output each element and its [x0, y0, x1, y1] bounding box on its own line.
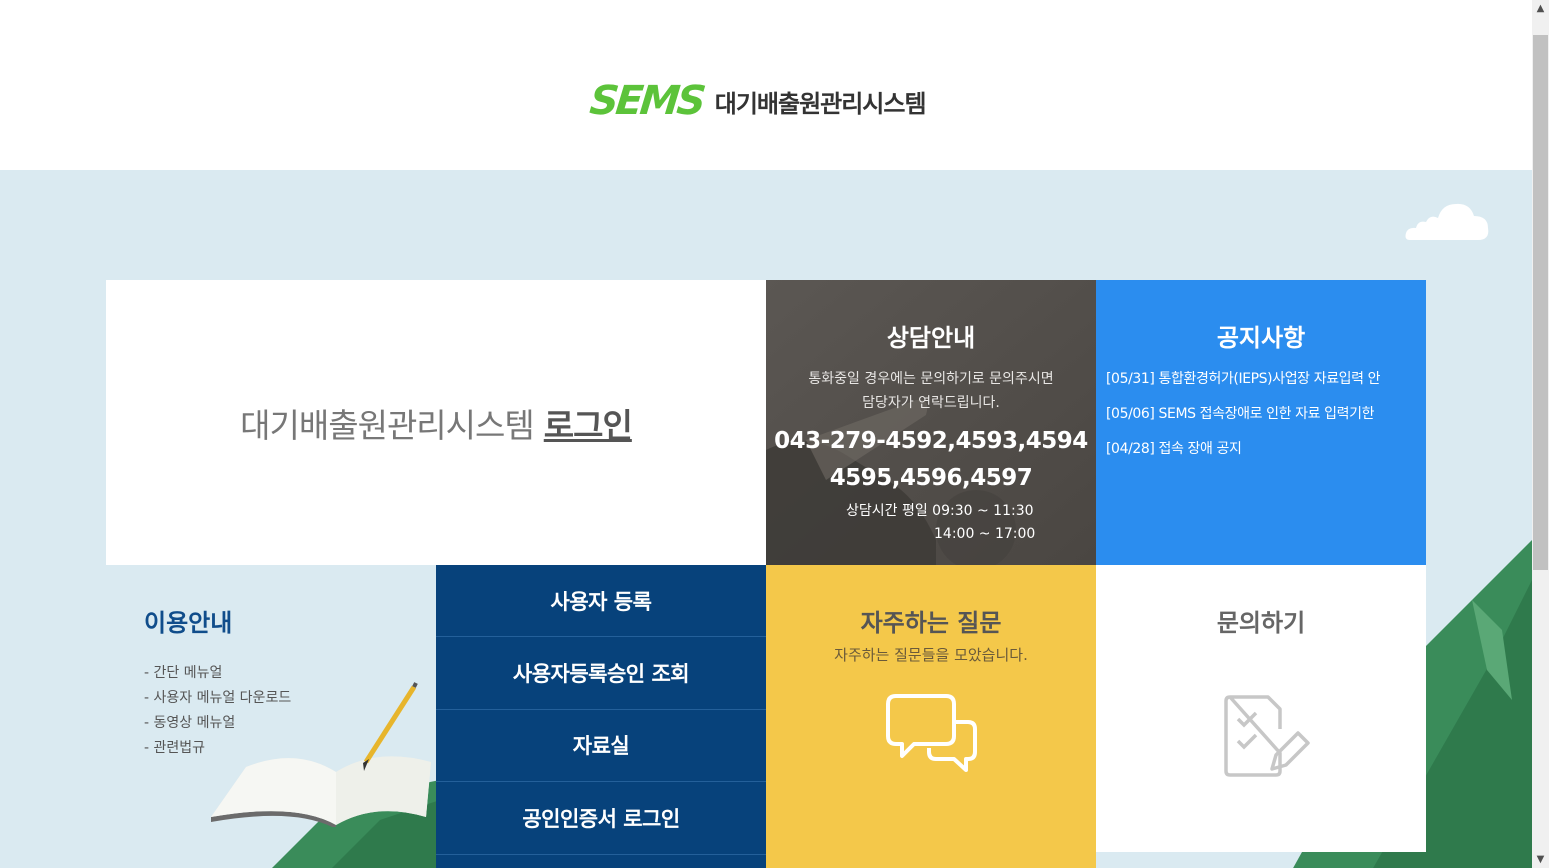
consult-phone-line1: 043-279-4592,4593,4594 — [774, 428, 1088, 454]
quick-menu: 사용자 등록 사용자등록승인 조회 자료실 공인인증서 로그인 — [436, 565, 766, 868]
consult-tile: 상담안내 통화중일 경우에는 문의하기로 문의주시면 담당자가 연락드립니다. … — [766, 280, 1096, 565]
notice-title[interactable]: 공지사항 — [1096, 318, 1426, 353]
faq-tile[interactable]: 자주하는 질문 자주하는 질문들을 모았습니다. — [766, 565, 1096, 868]
chevron-up-icon[interactable]: ▲ — [1532, 0, 1549, 17]
login-link[interactable]: 로그인 — [544, 406, 633, 445]
chevron-down-icon[interactable]: ▼ — [1532, 851, 1549, 868]
menu-certificate-login[interactable]: 공인인증서 로그인 — [436, 782, 766, 855]
book-pencil-illustration — [211, 682, 431, 827]
consult-desc-line1: 통화중일 경우에는 문의하기로 문의주시면 — [808, 371, 1054, 387]
site-header: SEMS 대기배출원관리시스템 — [0, 0, 1532, 170]
cloud-decoration — [1405, 203, 1489, 240]
consult-hours-line1: 상담시간 평일 09:30 ~ 11:30 — [846, 503, 1034, 519]
consult-hours-line2: 14:00 ~ 17:00 — [934, 526, 1036, 542]
menu-resource-room[interactable]: 자료실 — [436, 710, 766, 782]
logo-text: 대기배출원관리시스템 — [714, 89, 927, 118]
site-logo[interactable]: SEMS 대기배출원관리시스템 — [587, 78, 927, 124]
guide-title: 이용안내 — [144, 609, 233, 637]
speech-bubbles-icon — [886, 694, 977, 772]
notice-list: [05/31] 통합환경허가(IEPS)사업장 자료입력 안 [05/06] S… — [1096, 371, 1426, 458]
notice-tile: 공지사항 [05/31] 통합환경허가(IEPS)사업장 자료입력 안 [05/… — [1096, 280, 1426, 565]
qna-title: 문의하기 — [1216, 609, 1306, 637]
menu-user-registration[interactable]: 사용자 등록 — [436, 565, 766, 637]
logo-mark: SEMS — [587, 78, 706, 124]
consult-phone-line2: 4595,4596,4597 — [829, 465, 1033, 491]
qna-tile[interactable]: 문의하기 — [1096, 565, 1426, 852]
faq-title: 자주하는 질문 — [860, 609, 1002, 637]
login-tile: 대기배출원관리시스템 로그인 — [106, 280, 766, 565]
consult-hours: 상담시간 평일 09:30 ~ 11:30 14:00 ~ 17:00 — [846, 500, 1035, 546]
consult-desc-line2: 담당자가 연락드립니다. — [862, 395, 1000, 411]
page-scrollbar[interactable]: ▲ ▼ — [1532, 0, 1549, 868]
login-system-name: 대기배출원관리시스템 — [240, 405, 535, 445]
menu-registration-approval-lookup[interactable]: 사용자등록승인 조회 — [436, 637, 766, 710]
notice-item[interactable]: [05/31] 통합환경허가(IEPS)사업장 자료입력 안 — [1106, 371, 1406, 388]
checklist-edit-icon — [1224, 695, 1310, 777]
faq-subtitle: 자주하는 질문들을 모았습니다. — [834, 646, 1028, 664]
guide-tile: 이용안내 - 간단 메뉴얼 - 사용자 메뉴얼 다운로드 - 동영상 메뉴얼 -… — [106, 565, 436, 868]
notice-item[interactable]: [05/06] SEMS 접속장애로 인한 자료 입력기한 — [1106, 406, 1406, 423]
consult-title: 상담안내 — [886, 324, 976, 352]
notice-item[interactable]: [04/28] 접속 장애 공지 — [1106, 441, 1406, 458]
scrollbar-thumb[interactable] — [1533, 35, 1548, 570]
